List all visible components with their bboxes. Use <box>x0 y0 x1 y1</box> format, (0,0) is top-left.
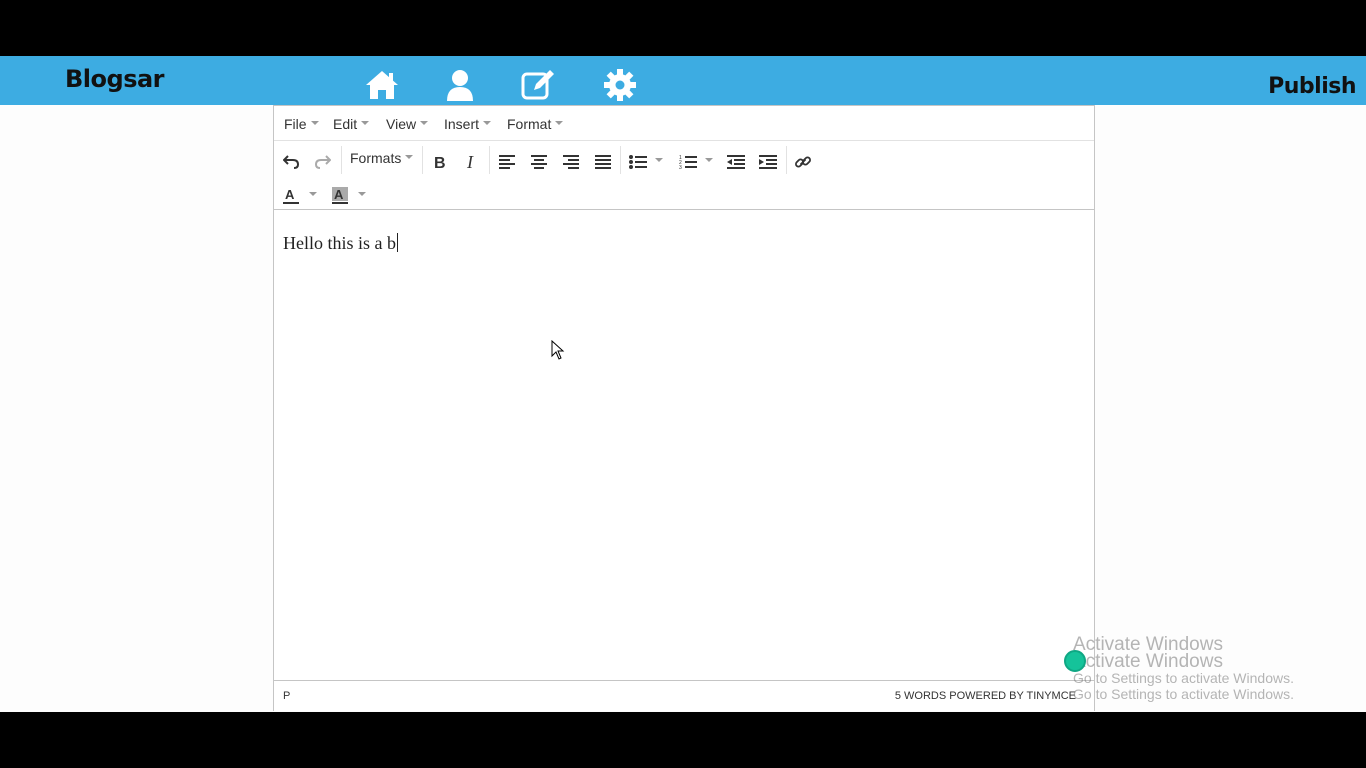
chevron-down-icon <box>309 192 317 196</box>
outdent-icon[interactable] <box>723 149 749 175</box>
menu-format[interactable]: Format <box>507 116 564 132</box>
toolbar-divider <box>620 146 621 174</box>
editor-toolbar: Formats B I 1 2 3 A A <box>274 141 1094 210</box>
background-color-dropdown[interactable] <box>353 183 367 209</box>
brand-logo[interactable]: Blogsar <box>65 65 165 93</box>
text-color-dropdown[interactable] <box>304 183 318 209</box>
editor-statusbar: P 5 WORDS POWERED BY TINYMCE <box>274 680 1094 711</box>
toolbar-divider <box>422 146 423 174</box>
align-right-icon[interactable] <box>558 149 584 175</box>
svg-text:A: A <box>285 187 295 202</box>
redo-icon[interactable] <box>310 149 336 175</box>
toolbar-divider <box>341 146 342 174</box>
home-icon[interactable] <box>364 68 400 102</box>
svg-text:3: 3 <box>679 165 682 170</box>
watermark-subtitle-duplicate: Go to Settings to activate Windows. <box>1073 686 1294 702</box>
letterbox-top <box>0 0 1366 56</box>
chevron-down-icon <box>420 121 429 126</box>
watermark-title-duplicate: Activate Windows <box>1073 651 1223 672</box>
bullet-list-icon[interactable] <box>625 149 651 175</box>
align-left-icon[interactable] <box>494 149 520 175</box>
chevron-down-icon <box>358 192 366 196</box>
text-caret <box>397 233 398 252</box>
italic-icon[interactable]: I <box>459 149 485 175</box>
background-color-icon[interactable]: A <box>327 183 353 209</box>
editor-content-area[interactable]: Hello this is a b <box>274 210 1094 680</box>
mouse-pointer-icon <box>551 339 565 360</box>
chevron-down-icon <box>405 155 414 160</box>
letterbox-bottom <box>0 712 1366 768</box>
chevron-down-icon <box>483 121 492 126</box>
align-center-icon[interactable] <box>526 149 552 175</box>
bullet-list-dropdown[interactable] <box>650 149 664 175</box>
settings-icon[interactable] <box>602 68 638 102</box>
formats-dropdown[interactable]: Formats <box>350 150 414 166</box>
svg-text:A: A <box>334 187 344 202</box>
tinymce-editor: File Edit View Insert Format Formats B I <box>273 105 1095 711</box>
publish-button[interactable]: Publish <box>1268 74 1356 99</box>
editor-text: Hello this is a b <box>283 233 398 253</box>
menu-file[interactable]: File <box>284 116 319 132</box>
indent-icon[interactable] <box>755 149 781 175</box>
numbered-list-icon[interactable]: 123 <box>675 149 701 175</box>
editor-menubar: File Edit View Insert Format <box>274 106 1094 141</box>
toolbar-divider <box>786 146 787 174</box>
toolbar-divider <box>489 146 490 174</box>
menu-edit[interactable]: Edit <box>333 116 370 132</box>
link-icon[interactable] <box>790 149 816 175</box>
chevron-down-icon <box>555 121 564 126</box>
blog-editor-page: Blogsar Publish File Edit View Insert Fo… <box>0 56 1366 712</box>
word-count: 5 WORDS POWERED BY TINYMCE <box>894 690 1076 702</box>
bold-icon[interactable]: B <box>427 149 453 175</box>
numbered-list-dropdown[interactable] <box>700 149 714 175</box>
edit-icon[interactable] <box>520 68 556 102</box>
chevron-down-icon <box>361 121 370 126</box>
text-color-icon[interactable]: A <box>278 183 304 209</box>
top-navbar: Blogsar Publish <box>0 56 1366 105</box>
watermark-subtitle: Go to Settings to activate Windows. <box>1073 670 1294 686</box>
chevron-down-icon <box>310 121 319 126</box>
grammarly-icon[interactable] <box>1064 650 1086 672</box>
activate-windows-watermark: Activate Windows Activate Windows Go to … <box>1073 635 1294 702</box>
svg-text:B: B <box>434 155 446 170</box>
chevron-down-icon <box>705 158 713 162</box>
undo-icon[interactable] <box>278 149 304 175</box>
menu-insert[interactable]: Insert <box>444 116 492 132</box>
chevron-down-icon <box>655 158 663 162</box>
svg-text:I: I <box>466 154 474 170</box>
menu-view[interactable]: View <box>386 116 429 132</box>
user-icon[interactable] <box>442 68 478 102</box>
element-path[interactable]: P <box>283 690 290 702</box>
align-justify-icon[interactable] <box>590 149 616 175</box>
